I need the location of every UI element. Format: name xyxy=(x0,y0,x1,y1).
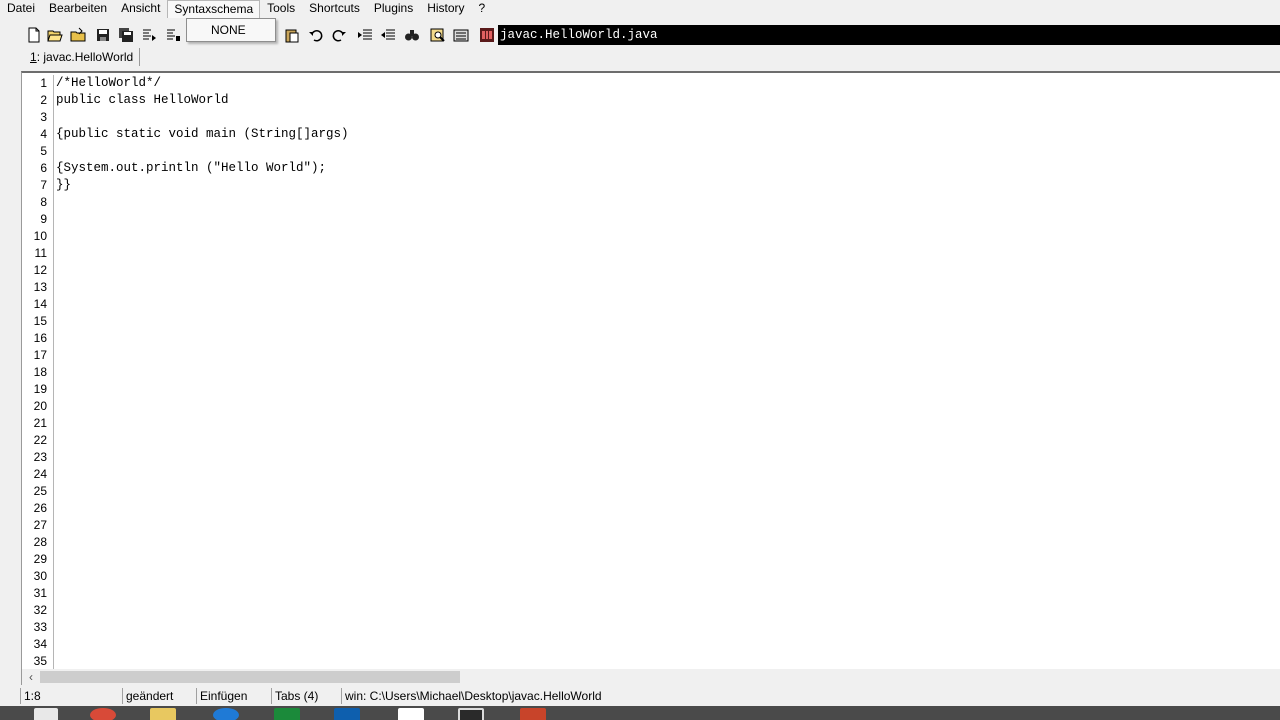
line-number-gutter: 1 2 3 4 5 6 7 8 9 10 11 12 13 14 15 16 17 18 19 20 21 22 23 24 2… xyxy=(22,75,54,670)
status-path: win: C:\Users\Michael\Desktop\javac.Hell… xyxy=(341,688,1280,704)
line-number: 23 xyxy=(33,450,47,464)
menu-ansicht[interactable]: Ansicht xyxy=(114,0,167,18)
line-number: 19 xyxy=(33,382,47,396)
status-mode: Einfügen xyxy=(196,688,271,704)
code-line[interactable]: {public static void main (String[]args) xyxy=(56,126,1280,143)
line-number: 34 xyxy=(33,637,47,651)
line-number: 15 xyxy=(33,314,47,328)
line-number: 5 xyxy=(40,144,47,158)
menu-bar: Datei Bearbeiten Ansicht Syntaxschema To… xyxy=(0,0,1280,18)
line-number: 12 xyxy=(33,263,47,277)
code-line[interactable] xyxy=(56,143,1280,160)
line-number: 9 xyxy=(40,212,47,226)
line-number: 33 xyxy=(33,620,47,634)
open-file-icon[interactable] xyxy=(46,26,64,44)
status-tabs: Tabs (4) xyxy=(271,688,341,704)
line-number: 14 xyxy=(33,297,47,311)
print-icon[interactable] xyxy=(452,26,470,44)
code-area[interactable]: /*HelloWorld*/public class HelloWorld {pu… xyxy=(56,75,1280,670)
status-bar: 1:8 geändert Einfügen Tabs (4) win: C:\U… xyxy=(0,686,1280,706)
outdent-icon[interactable] xyxy=(379,26,397,44)
menu-shortcuts[interactable]: Shortcuts xyxy=(302,0,367,18)
line-number: 25 xyxy=(33,484,47,498)
line-number: 8 xyxy=(40,195,47,209)
line-number: 27 xyxy=(33,518,47,532)
scroll-left-arrow-icon[interactable]: ‹ xyxy=(24,669,38,685)
menu-history[interactable]: History xyxy=(420,0,471,18)
line-number: 1 xyxy=(40,76,47,90)
dropbox-icon[interactable] xyxy=(398,708,424,720)
paste-icon[interactable] xyxy=(283,26,301,44)
line-number: 26 xyxy=(33,501,47,515)
line-number: 16 xyxy=(33,331,47,345)
scrollbar-thumb[interactable] xyxy=(40,671,460,683)
compile-icon[interactable] xyxy=(140,26,158,44)
status-modified: geändert xyxy=(122,688,196,704)
line-number: 28 xyxy=(33,535,47,549)
save-icon[interactable] xyxy=(94,26,112,44)
menu-help[interactable]: ? xyxy=(472,0,493,18)
ie-icon[interactable] xyxy=(213,708,239,720)
line-number: 11 xyxy=(34,246,47,260)
line-number: 10 xyxy=(33,229,47,243)
line-number: 32 xyxy=(33,603,47,617)
line-number: 17 xyxy=(33,348,47,362)
horizontal-scrollbar[interactable]: ‹ xyxy=(22,669,1280,685)
open-folder-icon[interactable] xyxy=(69,26,87,44)
chrome-icon[interactable] xyxy=(90,708,116,720)
line-number: 2 xyxy=(40,93,47,107)
start-icon[interactable] xyxy=(34,708,58,720)
code-line[interactable] xyxy=(56,109,1280,126)
indent-icon[interactable] xyxy=(356,26,374,44)
line-number: 7 xyxy=(40,178,47,192)
line-number: 4 xyxy=(40,127,47,141)
line-number: 6 xyxy=(40,161,47,175)
tab-javac-helloworld[interactable]: 1: javac.HelloWorld xyxy=(24,48,141,66)
powerpoint-icon[interactable] xyxy=(520,708,546,720)
tab-label: javac.HelloWorld xyxy=(43,50,134,64)
line-number: 21 xyxy=(33,416,47,430)
status-position: 1:8 xyxy=(20,688,122,704)
outlook-icon[interactable] xyxy=(334,708,360,720)
line-number: 30 xyxy=(33,569,47,583)
menu-plugins[interactable]: Plugins xyxy=(367,0,420,18)
explorer-icon[interactable] xyxy=(150,708,176,720)
redo-icon[interactable] xyxy=(330,26,348,44)
line-number: 24 xyxy=(33,467,47,481)
code-line[interactable]: }} xyxy=(56,177,1280,194)
menu-datei[interactable]: Datei xyxy=(0,0,42,18)
code-line[interactable]: {System.out.println ("Hello World"); xyxy=(56,160,1280,177)
menu-bearbeiten[interactable]: Bearbeiten xyxy=(42,0,114,18)
dropdown-item-none[interactable]: NONE xyxy=(211,23,246,37)
menu-tools[interactable]: Tools xyxy=(260,0,302,18)
editor-task-icon[interactable] xyxy=(458,708,484,720)
tab-index: 1 xyxy=(30,50,37,64)
line-number: 3 xyxy=(40,110,47,124)
line-number: 35 xyxy=(33,654,47,668)
zoom-icon[interactable] xyxy=(429,26,447,44)
run-icon[interactable] xyxy=(164,26,182,44)
line-number: 18 xyxy=(33,365,47,379)
cmd-icon[interactable] xyxy=(478,26,496,44)
line-number: 22 xyxy=(33,433,47,447)
code-line[interactable]: public class HelloWorld xyxy=(56,92,1280,109)
title-field[interactable]: javac.HelloWorld.java xyxy=(498,25,1280,45)
find-icon[interactable] xyxy=(403,26,421,44)
os-taskbar xyxy=(0,706,1280,720)
syntax-dropdown-menu: NONE xyxy=(186,18,276,42)
editor[interactable]: 1 2 3 4 5 6 7 8 9 10 11 12 13 14 15 16 17 18 19 20 21 22 23 24 2… xyxy=(21,71,1280,685)
excel-icon[interactable] xyxy=(274,708,300,720)
save-all-icon[interactable] xyxy=(117,26,135,44)
code-line[interactable]: /*HelloWorld*/ xyxy=(56,75,1280,92)
undo-icon[interactable] xyxy=(307,26,325,44)
line-number: 13 xyxy=(33,280,47,294)
menu-syntaxschema[interactable]: Syntaxschema xyxy=(167,0,261,18)
line-number: 20 xyxy=(33,399,47,413)
tab-bar: 1: javac.HelloWorld xyxy=(0,48,1280,68)
line-number: 31 xyxy=(33,586,47,600)
new-file-icon[interactable] xyxy=(25,26,43,44)
line-number: 29 xyxy=(33,552,47,566)
